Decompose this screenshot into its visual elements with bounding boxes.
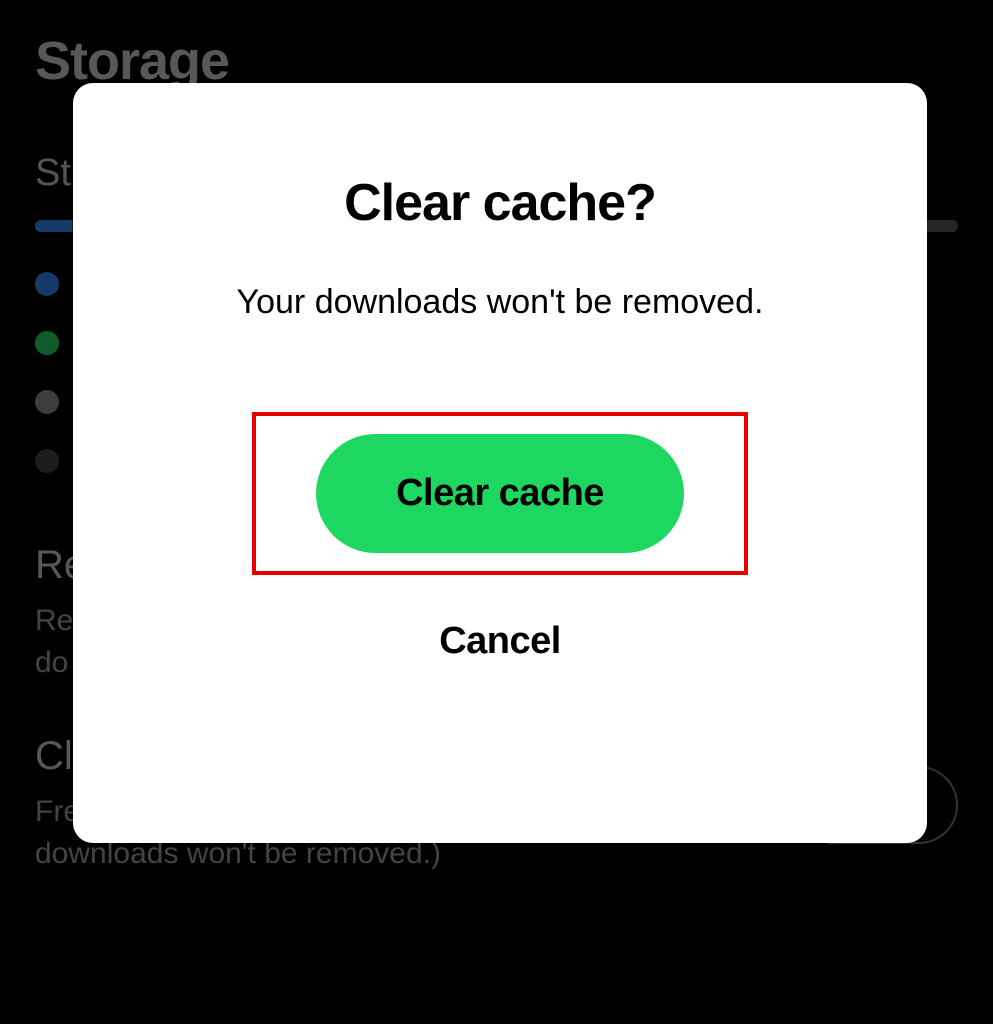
annotation-highlight-box: Clear cache — [252, 412, 748, 575]
cancel-button[interactable]: Cancel — [419, 610, 581, 673]
clear-cache-dialog: Clear cache? Your downloads won't be rem… — [73, 83, 927, 843]
dialog-title: Clear cache? — [344, 173, 656, 233]
dialog-message: Your downloads won't be removed. — [237, 283, 764, 322]
clear-cache-confirm-button[interactable]: Clear cache — [316, 434, 684, 553]
